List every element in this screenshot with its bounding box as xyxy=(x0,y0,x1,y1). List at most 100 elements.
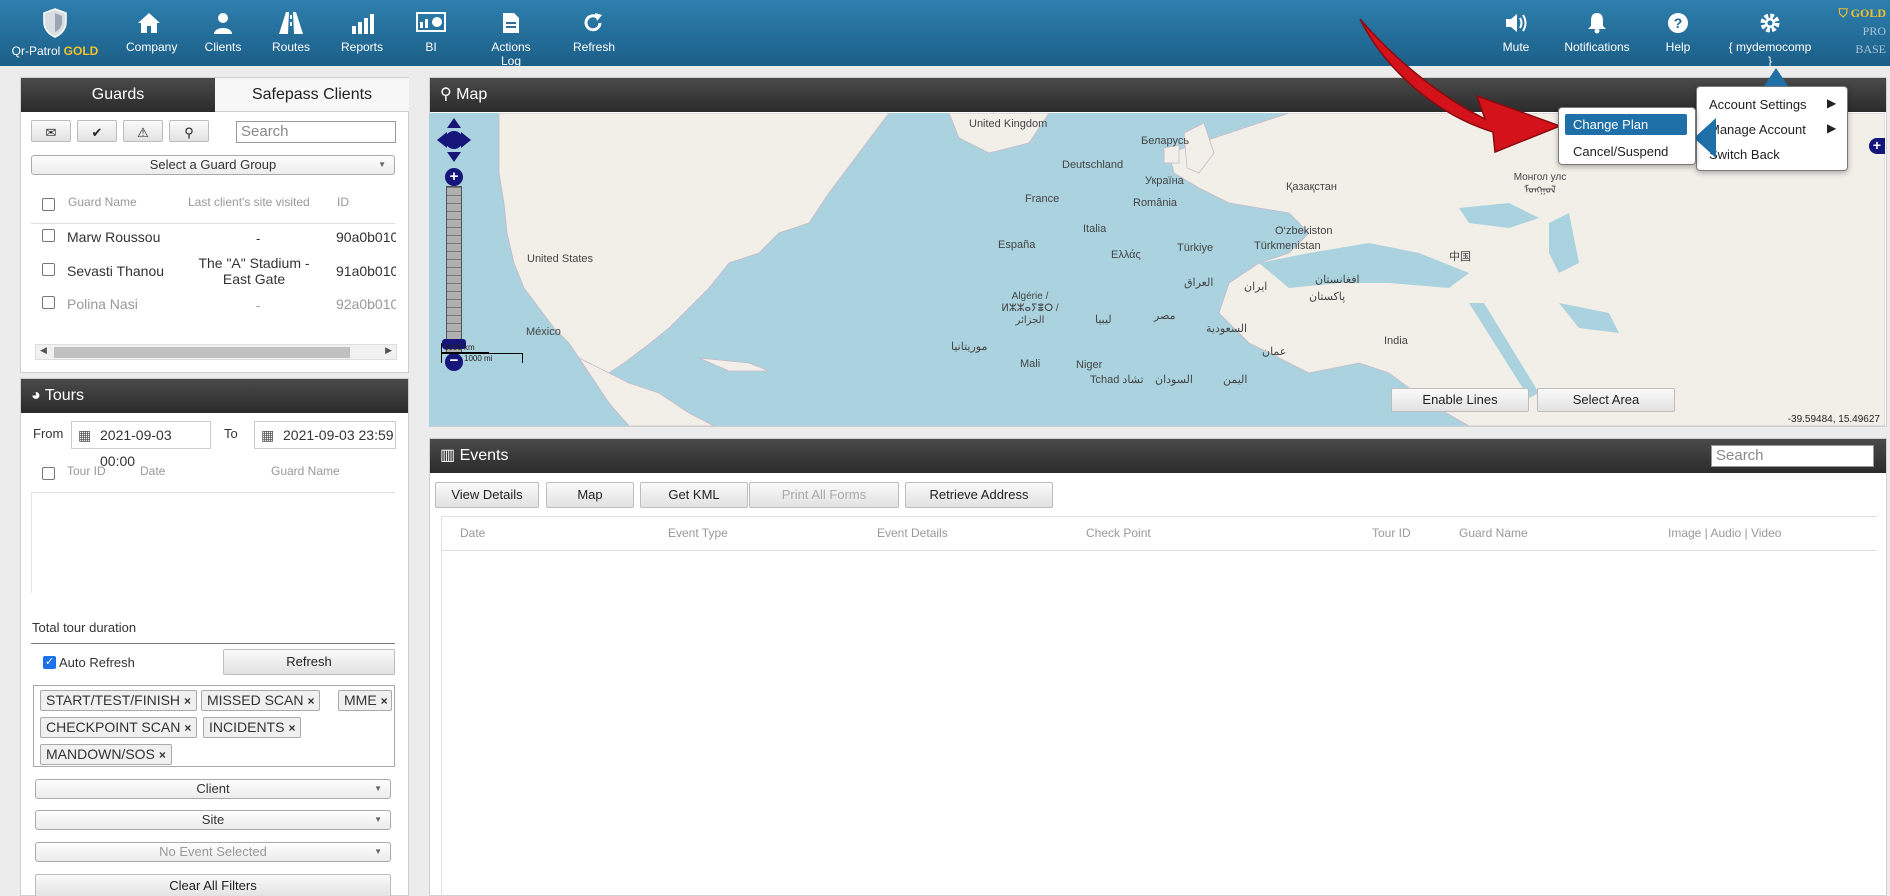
scroll-right-icon[interactable]: ▶ xyxy=(385,345,392,356)
remove-tag-icon[interactable]: × xyxy=(184,721,191,735)
tag-mandown-sos[interactable]: MANDOWN/SOS × xyxy=(40,744,172,765)
zoom-slider[interactable] xyxy=(446,186,462,354)
row-checkbox[interactable] xyxy=(42,229,55,242)
print-all-forms-button[interactable]: Print All Forms xyxy=(749,482,899,508)
get-kml-button[interactable]: Get KML xyxy=(640,482,748,508)
col-tour-id[interactable]: Tour ID xyxy=(67,464,106,478)
map-label-spain: España xyxy=(998,239,1036,251)
manage-account-item[interactable]: Manage Account ▶ xyxy=(1709,121,1836,137)
clear-all-filters-button[interactable]: Clear All Filters xyxy=(35,874,391,896)
nav-clients[interactable]: Clients xyxy=(203,12,243,54)
warning-icon: ⚠ xyxy=(137,125,149,140)
scroll-left-icon[interactable]: ◀ xyxy=(40,345,47,356)
remove-tag-icon[interactable]: × xyxy=(381,694,388,708)
brand-logo[interactable]: Qr-Patrol GOLD xyxy=(10,8,100,58)
col-check-point[interactable]: Check Point xyxy=(1086,526,1151,540)
events-panel: ▥ Events Search View Details Map Get KML… xyxy=(429,438,1887,896)
help-icon: ? xyxy=(1668,13,1688,33)
tier-pro[interactable]: PRO xyxy=(1839,22,1886,40)
horizontal-scrollbar[interactable]: ◀ ▶ xyxy=(35,344,397,360)
map-marker-icon: ⚲ xyxy=(440,86,452,103)
map-label-libya: ليبيا xyxy=(1095,314,1112,326)
guard-group-select[interactable]: Select a Guard Group xyxy=(31,155,395,175)
auto-refresh-checkbox[interactable] xyxy=(43,655,56,669)
enable-lines-button[interactable]: Enable Lines xyxy=(1391,388,1529,412)
scrollbar-thumb[interactable] xyxy=(54,347,350,358)
map-scale: 1000 km 1000 mi xyxy=(441,343,533,363)
col-media[interactable]: Image | Audio | Video xyxy=(1668,526,1781,540)
pan-control[interactable] xyxy=(437,118,471,162)
guard-search-input[interactable]: Search xyxy=(236,121,396,143)
col-guard-name[interactable]: Guard Name xyxy=(271,464,340,478)
map-label-germany: Deutschland xyxy=(1062,159,1124,171)
select-area-button[interactable]: Select Area xyxy=(1537,388,1675,412)
col-tour-id[interactable]: Tour ID xyxy=(1372,526,1411,540)
event-select[interactable]: No Event Selected xyxy=(35,842,391,862)
change-plan-item[interactable]: Change Plan xyxy=(1565,114,1687,135)
nav-refresh[interactable]: Refresh xyxy=(573,12,615,54)
remove-tag-icon[interactable]: × xyxy=(159,748,166,762)
tab-guards[interactable]: Guards xyxy=(21,78,215,112)
col-event-type[interactable]: Event Type xyxy=(668,526,728,540)
col-guard-name[interactable]: Guard Name xyxy=(1459,526,1528,540)
site-select[interactable]: Site xyxy=(35,810,391,830)
nav-help[interactable]: ? Help xyxy=(1664,12,1692,54)
retrieve-address-button[interactable]: Retrieve Address xyxy=(905,482,1053,508)
map-pin-icon: ⚲ xyxy=(184,125,194,140)
row-checkbox[interactable] xyxy=(42,296,55,309)
client-select[interactable]: Client xyxy=(35,779,391,799)
select-all-guards-checkbox[interactable] xyxy=(42,198,55,211)
events-search-input[interactable]: Search xyxy=(1711,445,1874,467)
tag-mme[interactable]: MME × xyxy=(338,690,392,711)
account-settings-item[interactable]: Account Settings ▶ xyxy=(1709,96,1836,112)
alert-button[interactable]: ⚠ xyxy=(123,120,163,142)
account-settings-label: Account Settings xyxy=(1709,97,1807,112)
col-event-details[interactable]: Event Details xyxy=(877,526,948,540)
tag-checkpoint-scan[interactable]: CHECKPOINT SCAN × xyxy=(40,717,198,738)
tier-base[interactable]: BASE xyxy=(1839,40,1886,58)
cancel-suspend-item[interactable]: Cancel/Suspend xyxy=(1573,144,1668,159)
tag-incidents[interactable]: INCIDENTS × xyxy=(203,717,302,738)
nav-actions-log[interactable]: Actions Log xyxy=(480,12,542,68)
nav-actions-log-label: Actions Log xyxy=(491,40,531,68)
layer-switcher-icon[interactable]: + xyxy=(1869,138,1885,154)
col-date[interactable]: Date xyxy=(460,526,485,540)
nav-company[interactable]: Company xyxy=(126,12,177,54)
check-button[interactable]: ✔ xyxy=(77,120,117,142)
nav-bi[interactable]: BI xyxy=(415,12,447,54)
tag-missed-scan[interactable]: MISSED SCAN × xyxy=(201,690,321,711)
zoom-in-icon[interactable]: + xyxy=(445,168,463,186)
row-checkbox[interactable] xyxy=(42,263,55,276)
nav-notifications[interactable]: Notifications xyxy=(1564,12,1630,54)
map-label-greece: Ελλάς xyxy=(1111,249,1141,261)
map-button[interactable]: Map xyxy=(546,482,634,508)
view-details-button[interactable]: View Details xyxy=(435,482,539,508)
tab-safepass-clients[interactable]: Safepass Clients xyxy=(215,78,409,112)
select-all-tours-checkbox[interactable] xyxy=(42,467,55,480)
col-last-site[interactable]: Last client's site visited xyxy=(188,195,310,209)
divider xyxy=(441,516,1877,517)
remove-tag-icon[interactable]: × xyxy=(184,694,191,708)
nav-account[interactable]: { mydemocomp } xyxy=(1726,12,1814,68)
tier-gold-label: GOLD xyxy=(1850,6,1886,20)
bar-chart-icon: ▥ xyxy=(440,447,456,464)
map-label-turkmenistan: Türkmenistan xyxy=(1254,240,1321,252)
switch-back-item[interactable]: Switch Back xyxy=(1709,147,1780,162)
map-label-italy: Italia xyxy=(1083,223,1107,235)
remove-tag-icon[interactable]: × xyxy=(307,694,314,708)
tier-gold[interactable]: ⛉ GOLD xyxy=(1839,4,1886,22)
col-id[interactable]: ID xyxy=(337,195,349,209)
from-date-input[interactable]: ▦ 2021-09-03 00:00 xyxy=(71,421,211,469)
map-label-egypt: مصر xyxy=(1154,310,1176,322)
event-type-tags[interactable]: START/TEST/FINISH × MISSED SCAN × MME × CHE… xyxy=(33,685,395,767)
to-date-input[interactable]: ▦ 2021-09-03 23:59 xyxy=(254,421,396,449)
tag-start-test-finish[interactable]: START/TEST/FINISH × xyxy=(40,690,198,711)
message-button[interactable]: ✉ xyxy=(31,120,71,142)
refresh-button[interactable]: Refresh xyxy=(223,649,395,675)
col-guard-name[interactable]: Guard Name xyxy=(68,195,137,209)
col-date[interactable]: Date xyxy=(140,464,165,478)
nav-reports[interactable]: Reports xyxy=(340,12,384,54)
location-button[interactable]: ⚲ xyxy=(169,120,209,142)
remove-tag-icon[interactable]: × xyxy=(288,721,295,735)
nav-routes[interactable]: Routes xyxy=(271,12,311,54)
